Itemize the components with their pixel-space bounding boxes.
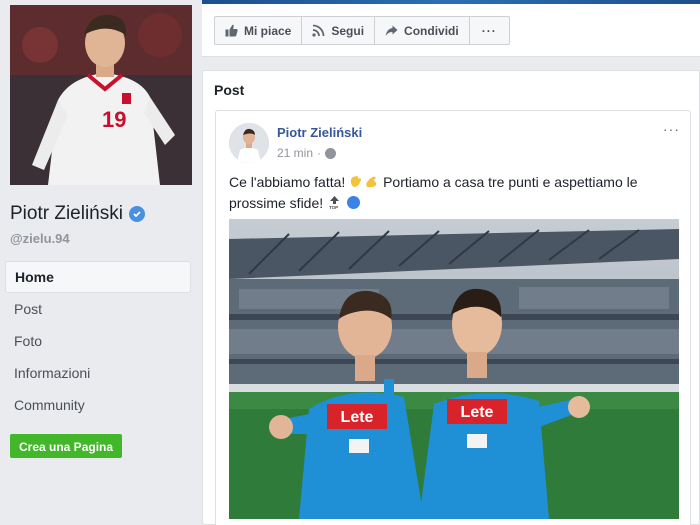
photo-sponsor-left: Lete [341,409,374,426]
meta-separator: · [317,146,322,160]
left-column: 19 Piotr Zieliński @zielu.94 Home Post F… [0,0,202,525]
thumbs-up-icon [225,24,238,37]
flexed-biceps-emoji [366,176,377,188]
sidebar-item-informazioni[interactable]: Informazioni [5,357,191,389]
post-author-avatar[interactable] [229,123,269,163]
share-button[interactable]: Condividi [374,16,470,45]
clapping-hands-emoji [350,176,362,187]
profile-name[interactable]: Piotr Zieliński [10,203,145,225]
post-card: Piotr Zieliński 21 min · ··· Ce l'abbiam… [215,110,691,525]
follow-button-label: Segui [331,23,365,38]
svg-text:TOP: TOP [329,205,338,210]
post-more-icon[interactable]: ··· [663,121,680,137]
globe-icon[interactable] [325,147,337,159]
post-text-part1: Ce l'abbiamo fatta! [229,174,350,190]
page-action-bar: Mi piace Segui Condividi ··· [202,4,700,57]
like-button-label: Mi piace [244,23,292,38]
top-arrow-emoji: TOP [329,196,340,210]
sidebar-item-home[interactable]: Home [5,261,191,293]
sidebar-item-community[interactable]: Community [5,389,191,421]
verified-badge-icon [128,206,145,222]
sidebar-item-foto[interactable]: Foto [5,325,191,357]
create-page-button[interactable]: Crea una Pagina [10,434,123,458]
post-photo[interactable]: Lete Lete [229,219,679,519]
share-arrow-icon [385,25,398,36]
post-author-name[interactable]: Piotr Zieliński [277,125,362,140]
profile-handle[interactable]: @zielu.94 [10,231,70,246]
posts-section: Post Piotr Zieliński 21 min · ··· Ce l'a… [202,70,700,525]
post-timestamp[interactable]: 21 min [277,146,313,160]
follow-button[interactable]: Segui [301,16,376,45]
rss-icon [312,24,325,37]
action-button-group: Mi piace Segui Condividi ··· [214,16,510,45]
post-text: Ce l'abbiamo fatta! Portiamo a casa tre … [229,172,679,214]
more-options-button[interactable]: ··· [468,16,510,45]
profile-name-text: Piotr Zieliński [10,203,123,224]
more-icon: ··· [481,23,497,38]
sidebar-nav: Home Post Foto Informazioni Community [5,261,191,421]
blue-circle-emoji [346,196,360,209]
post-meta: 21 min · [277,146,337,160]
profile-picture-image: 19 [10,5,192,185]
jersey-number: 19 [102,107,126,132]
share-button-label: Condividi [404,23,459,38]
profile-picture[interactable]: 19 [10,5,192,185]
posts-section-title[interactable]: Post [214,82,244,98]
like-button[interactable]: Mi piace [214,16,303,45]
photo-sponsor-right: Lete [461,404,494,421]
sidebar-item-post[interactable]: Post [5,293,191,325]
